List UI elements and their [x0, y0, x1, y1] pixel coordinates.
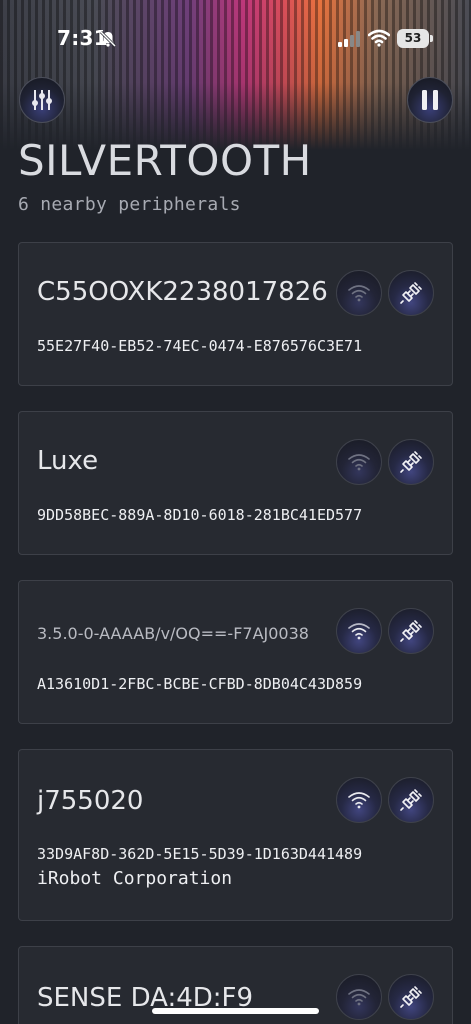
peripheral-name: j755020 [37, 786, 144, 816]
plug-icon [400, 451, 422, 473]
connect-button[interactable] [388, 270, 434, 316]
pause-scan-button[interactable] [407, 77, 453, 123]
plug-icon [400, 986, 422, 1008]
signal-strength-button[interactable] [336, 777, 382, 823]
sliders-icon [32, 90, 52, 110]
plug-icon [400, 789, 422, 811]
peripheral-uuid: 33D9AF8D-362D-5E15-5D39-1D163D441489 [37, 845, 363, 863]
wifi-signal-icon [348, 792, 370, 809]
peripheral-card[interactable]: j755020 33D9AF8D-362D-5E15-5D39-1D163D44… [18, 749, 453, 921]
wifi-status-icon [368, 29, 390, 47]
plug-icon [400, 620, 422, 642]
wifi-signal-icon [348, 989, 370, 1006]
signal-strength-button[interactable] [336, 974, 382, 1020]
peripheral-name: C55OOXK2238017826 [37, 277, 328, 307]
pause-icon [422, 90, 438, 110]
signal-strength-button[interactable] [336, 608, 382, 654]
peripheral-uuid: 55E27F40-EB52-74EC-0474-E876576C3E71 [37, 337, 363, 355]
connect-button[interactable] [388, 777, 434, 823]
peripheral-card[interactable]: Luxe 9DD58BEC-889A-8D10-6018-281BC41ED57… [18, 411, 453, 555]
settings-button[interactable] [19, 77, 65, 123]
peripheral-manufacturer: iRobot Corporation [37, 868, 233, 889]
peripheral-count: 6 nearby peripherals [18, 194, 241, 215]
app-title: SILVERTOOTH [18, 136, 312, 185]
signal-strength-button[interactable] [336, 270, 382, 316]
peripheral-name: 3.5.0-0-AAAAB/v/OQ==-F7AJ0038 [37, 624, 309, 643]
peripheral-name: Luxe [37, 446, 99, 476]
cellular-signal-icon [338, 31, 360, 47]
status-bar: 7:31 53 [0, 0, 471, 76]
plug-icon [400, 282, 422, 304]
connect-button[interactable] [388, 439, 434, 485]
bell-slash-icon [99, 30, 117, 48]
peripheral-card[interactable]: 3.5.0-0-AAAAB/v/OQ==-F7AJ0038 A13610D1-2… [18, 580, 453, 724]
connect-button[interactable] [388, 974, 434, 1020]
wifi-signal-icon [348, 285, 370, 302]
signal-strength-button[interactable] [336, 439, 382, 485]
connect-button[interactable] [388, 608, 434, 654]
home-indicator[interactable] [152, 1008, 319, 1014]
wifi-signal-icon [348, 454, 370, 471]
wifi-signal-icon [348, 623, 370, 640]
peripheral-card[interactable]: C55OOXK2238017826 55E27F40-EB52-74EC-047… [18, 242, 453, 386]
peripheral-uuid: A13610D1-2FBC-BCBE-CFBD-8DB04C43D859 [37, 675, 363, 693]
battery-indicator: 53 [397, 29, 433, 48]
peripheral-uuid: 9DD58BEC-889A-8D10-6018-281BC41ED577 [37, 506, 363, 524]
